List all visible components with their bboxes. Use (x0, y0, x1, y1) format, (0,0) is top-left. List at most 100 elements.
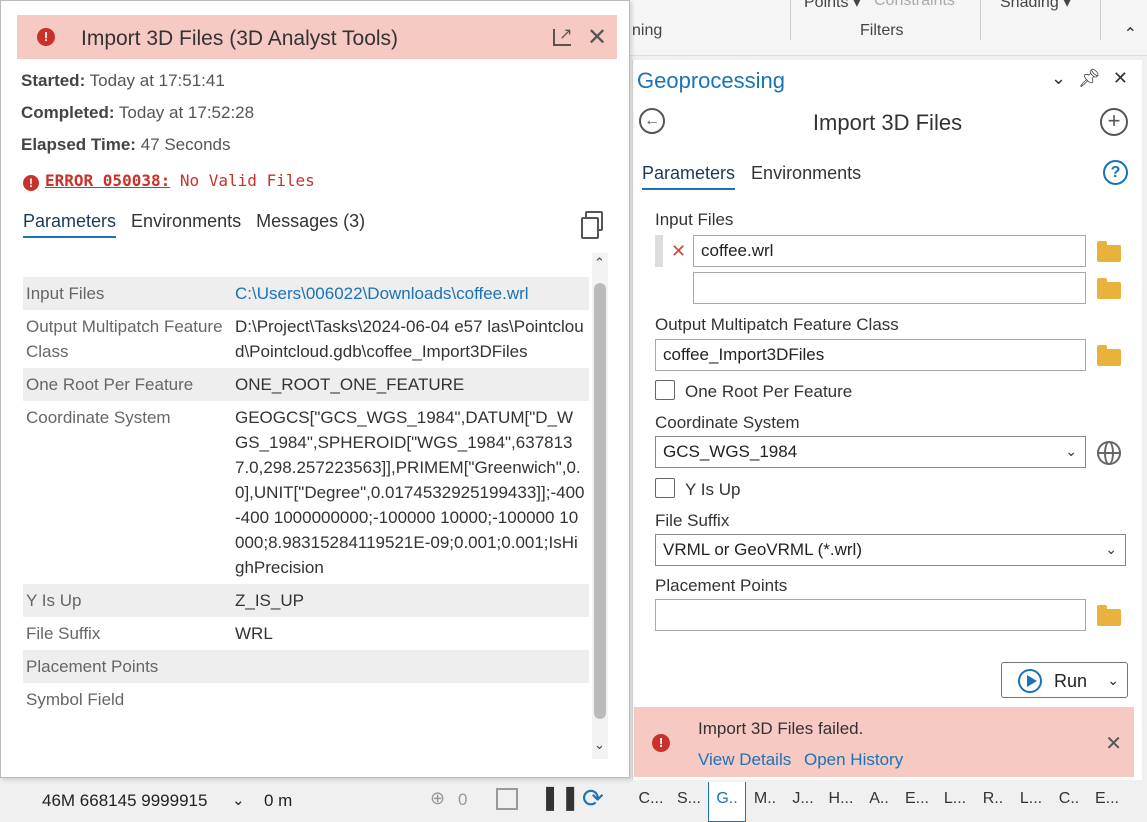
started-label: Started: (21, 71, 86, 90)
open-history-link[interactable]: Open History (804, 750, 903, 770)
param-value-link[interactable]: C:\Users\006022\Downloads\coffee.wrl (235, 281, 589, 306)
pause-icon[interactable]: ❚❚ (540, 786, 580, 810)
ribbon-constraints-button[interactable]: Constraints (874, 0, 955, 10)
table-row: Input Files C:\Users\006022\Downloads\co… (23, 277, 589, 310)
help-icon[interactable]: ? (1103, 160, 1128, 185)
pane-tab[interactable]: A.. (860, 782, 898, 822)
pane-tab-strip: C... S... G.. M.. J... H... A.. E... L..… (632, 782, 1147, 822)
pin-icon[interactable]: 📌︎ (1078, 68, 1101, 89)
folder-icon[interactable] (1097, 241, 1121, 262)
scrollbar-thumb[interactable] (594, 283, 606, 719)
pane-tab[interactable]: H... (822, 782, 860, 822)
add-plus-icon[interactable]: + (1100, 108, 1128, 136)
ribbon-points-button[interactable]: Points ▾ (804, 0, 861, 12)
table-row: Output Multipatch Feature Class D:\Proje… (23, 310, 589, 368)
table-row: Placement Points (23, 650, 589, 683)
pane-tab-geoprocessing[interactable]: G.. (708, 782, 746, 822)
param-value: WRL (235, 624, 273, 643)
open-external-icon[interactable] (553, 24, 572, 46)
close-icon[interactable]: ✕ (1113, 68, 1128, 89)
chevron-down-icon[interactable]: ⌄ (1107, 672, 1119, 689)
pane-tab[interactable]: C... (632, 782, 670, 822)
input-files-label: Input Files (655, 210, 734, 229)
selected-count: 0 (458, 790, 468, 809)
started-value: Today at 17:51:41 (89, 71, 225, 90)
pane-controls: ⌄ 📌︎ ✕ (1051, 68, 1128, 89)
selection-icon[interactable]: ⊕ (430, 788, 452, 810)
pane-tab[interactable]: M.. (746, 782, 784, 822)
coord-system-label: Coordinate System (655, 413, 800, 432)
pane-tab[interactable]: L... (1012, 782, 1050, 822)
completed-value: Today at 17:52:28 (118, 103, 255, 122)
param-value: GEOGCS["GCS_WGS_1984",DATUM["D_WGS_1984"… (235, 408, 585, 577)
pane-tab[interactable]: S... (670, 782, 708, 822)
refresh-icon[interactable]: ⟳ (582, 785, 604, 811)
pane-tab[interactable]: C.. (1050, 782, 1088, 822)
drag-handle[interactable] (655, 235, 663, 267)
error-icon: ! (652, 734, 670, 752)
chevron-up-icon[interactable]: ⌃ (594, 255, 605, 271)
close-icon[interactable]: ✕ (1105, 731, 1122, 756)
folder-icon[interactable] (1097, 278, 1121, 299)
collapse-ribbon-icon[interactable]: ⌃ (1124, 24, 1137, 44)
remove-icon[interactable]: ✕ (671, 241, 686, 262)
input-file-field[interactable]: coffee.wrl (693, 235, 1086, 267)
pane-tab[interactable]: E... (1088, 782, 1126, 822)
map-icon[interactable] (496, 788, 518, 810)
table-row: File Suffix WRL (23, 617, 589, 650)
y-is-up-checkbox[interactable] (655, 478, 675, 498)
coord-system-select[interactable]: GCS_WGS_1984 ⌄ (655, 436, 1086, 468)
input-file-field[interactable] (693, 272, 1086, 304)
popup-tabs: Parameters Environments Messages (3) (23, 211, 365, 238)
pane-tab[interactable]: E... (898, 782, 936, 822)
elapsed-label: Elapsed Time: (21, 135, 136, 154)
pane-tab[interactable]: L... (936, 782, 974, 822)
table-row: Y Is Up Z_IS_UP (23, 584, 589, 617)
tab-messages[interactable]: Messages (3) (256, 211, 365, 238)
file-suffix-select[interactable]: VRML or GeoVRML (*.wrl) ⌄ (655, 534, 1126, 566)
tool-tabs: Parameters Environments (642, 163, 861, 190)
pane-tab[interactable]: J... (784, 782, 822, 822)
param-key: Coordinate System (26, 408, 171, 427)
chevron-down-icon[interactable]: ⌄ (594, 737, 605, 753)
folder-icon[interactable] (1097, 345, 1121, 366)
tab-parameters[interactable]: Parameters (23, 211, 117, 238)
status-bar: 46M 668145 9999915 ⌄ 0 m ⊕ 0 ❚❚ ⟳ (0, 780, 630, 822)
run-button[interactable]: Run ⌄ (1001, 662, 1128, 698)
copy-icon[interactable] (581, 211, 603, 239)
param-key: Placement Points (26, 657, 159, 676)
chevron-down-icon[interactable]: ⌄ (1051, 68, 1066, 89)
output-field[interactable]: coffee_Import3DFiles (655, 339, 1086, 371)
scale-readout: 0 m (264, 791, 293, 810)
placement-points-field[interactable] (655, 599, 1086, 631)
one-root-label: One Root Per Feature (685, 382, 853, 401)
view-details-link[interactable]: View Details (698, 750, 791, 770)
close-icon[interactable]: ✕ (587, 23, 607, 52)
file-suffix-value: VRML or GeoVRML (*.wrl) (663, 540, 862, 559)
ribbon-divider (1100, 0, 1101, 40)
param-value (235, 654, 589, 679)
coord-system-value: GCS_WGS_1984 (663, 442, 798, 461)
tab-environments[interactable]: Environments (131, 211, 241, 238)
pane-tab[interactable]: R.. (974, 782, 1012, 822)
error-code-link[interactable]: ERROR 050038: (45, 171, 170, 190)
tool-title: Import 3D Files (812, 110, 963, 135)
failure-message: Import 3D Files failed. (698, 719, 864, 738)
tool-message-popup: ! Import 3D Files (3D Analyst Tools) ✕ S… (0, 0, 630, 778)
globe-icon[interactable] (1097, 441, 1121, 465)
param-key: Output Multipatch Feature Class (26, 317, 223, 361)
placement-points-label: Placement Points (655, 576, 788, 595)
one-root-checkbox[interactable] (655, 380, 675, 400)
ribbon-shading-button[interactable]: Shading ▾ (1000, 0, 1071, 12)
folder-icon[interactable] (1097, 605, 1121, 626)
tab-parameters[interactable]: Parameters (642, 163, 736, 190)
parameters-table: Input Files C:\Users\006022\Downloads\co… (23, 277, 589, 757)
error-message: ! ERROR 050038: No Valid Files (23, 171, 315, 191)
tab-environments[interactable]: Environments (751, 163, 861, 190)
scrollbar[interactable]: ⌃ ⌄ (592, 253, 608, 759)
table-row: Coordinate System GEOGCS["GCS_WGS_1984",… (23, 401, 589, 584)
elapsed-value: 47 Seconds (140, 135, 231, 154)
elapsed-row: Elapsed Time: 47 Seconds (21, 135, 230, 155)
chevron-down-icon[interactable]: ⌄ (232, 791, 245, 809)
ribbon-group-label: ning (632, 22, 663, 39)
